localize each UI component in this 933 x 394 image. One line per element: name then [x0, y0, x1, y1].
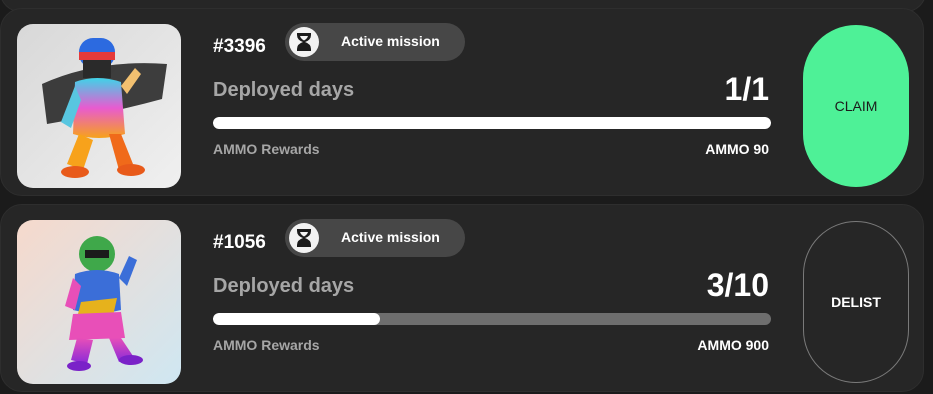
- ammo-rewards-value: AMMO 90: [705, 141, 769, 157]
- status-badge-label: Active mission: [341, 229, 440, 245]
- status-badge-label: Active mission: [341, 33, 440, 49]
- deployed-progress-fill: [213, 117, 771, 129]
- deployed-progress-bar: [213, 313, 771, 325]
- deployed-progress-fill: [213, 313, 381, 325]
- deployed-days-label: Deployed days: [213, 79, 355, 101]
- status-badge: Active mission: [285, 219, 465, 257]
- deployed-days-value: 1/1: [724, 71, 769, 107]
- mission-card: #3396 Active mission Deployed days 1/1 A…: [0, 8, 924, 196]
- hourglass-icon: [289, 223, 319, 253]
- nft-id: #3396: [213, 36, 266, 57]
- ammo-rewards-label: AMMO Rewards: [213, 337, 320, 353]
- nft-id: #1056: [213, 232, 266, 253]
- nft-character-image: [17, 220, 181, 384]
- nft-character-image: [17, 24, 181, 188]
- missions-page: #3396 Active mission Deployed days 1/1 A…: [0, 0, 933, 394]
- nft-thumbnail[interactable]: [17, 220, 181, 384]
- nft-thumbnail[interactable]: [17, 24, 181, 188]
- hourglass-icon: [289, 27, 319, 57]
- ammo-rewards-label: AMMO Rewards: [213, 141, 320, 157]
- deployed-progress-bar: [213, 117, 771, 129]
- delist-button[interactable]: DELIST: [803, 221, 909, 383]
- deployed-days-value: 3/10: [706, 267, 769, 303]
- claim-button[interactable]: CLAIM: [803, 25, 909, 187]
- status-badge: Active mission: [285, 23, 465, 61]
- ammo-rewards-value: AMMO 900: [697, 337, 769, 353]
- mission-card: #1056 Active mission Deployed days 3/10 …: [0, 204, 924, 392]
- deployed-days-label: Deployed days: [213, 275, 355, 297]
